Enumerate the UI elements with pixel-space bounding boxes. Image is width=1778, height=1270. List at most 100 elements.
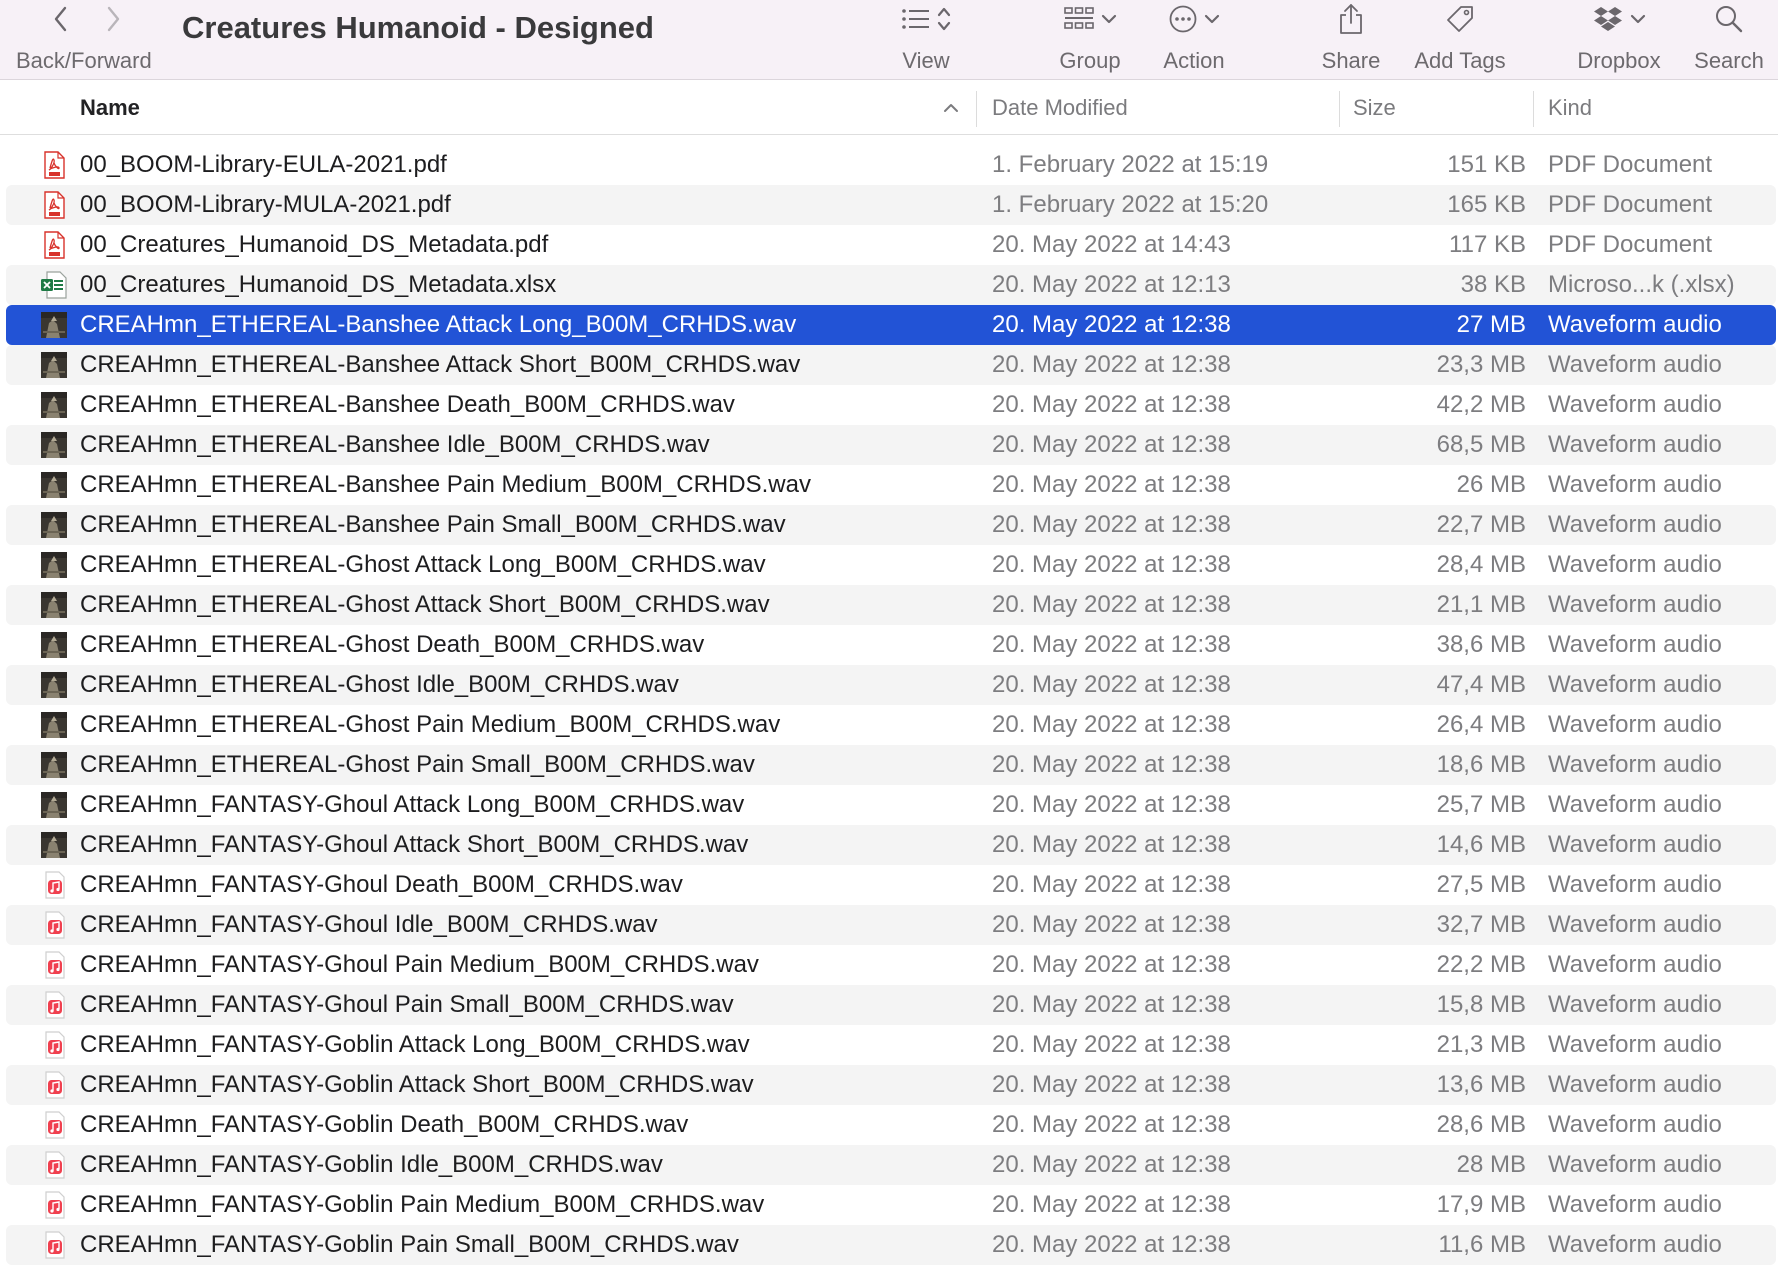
sort-ascending-icon: [944, 104, 958, 112]
file-row[interactable]: CREAHmn_FANTASY-Ghoul Attack Short_B00M_…: [6, 825, 1776, 865]
file-name: CREAHmn_ETHEREAL-Banshee Death_B00M_CRHD…: [80, 391, 735, 418]
file-kind: Waveform audio: [1548, 711, 1722, 738]
column-separator[interactable]: [1339, 91, 1340, 127]
file-row[interactable]: CREAHmn_ETHEREAL-Banshee Attack Long_B00…: [6, 305, 1776, 345]
back-forward-label: Back/Forward: [16, 48, 152, 73]
file-name: CREAHmn_FANTASY-Ghoul Pain Medium_B00M_C…: [80, 951, 759, 978]
file-size: 42,2 MB: [1436, 391, 1526, 418]
file-row[interactable]: CREAHmn_FANTASY-Goblin Death_B00M_CRHDS.…: [6, 1105, 1776, 1145]
file-kind: Waveform audio: [1548, 431, 1722, 458]
column-separator[interactable]: [976, 91, 977, 127]
wav-thumbnail-icon: [40, 751, 68, 779]
file-size: 68,5 MB: [1436, 431, 1526, 458]
file-name: CREAHmn_ETHEREAL-Ghost Idle_B00M_CRHDS.w…: [80, 671, 679, 698]
tag-icon: [1447, 6, 1473, 32]
file-date-modified: 20. May 2022 at 12:38: [992, 311, 1231, 338]
file-row[interactable]: CREAHmn_ETHEREAL-Banshee Attack Short_B0…: [6, 345, 1776, 385]
group-button[interactable]: Group: [1050, 0, 1130, 78]
file-kind: Waveform audio: [1548, 1111, 1722, 1138]
wav-thumbnail-icon: [40, 631, 68, 659]
file-kind: Waveform audio: [1548, 871, 1722, 898]
file-row[interactable]: CREAHmn_FANTASY-Ghoul Pain Medium_B00M_C…: [6, 945, 1776, 985]
wav-thumbnail-icon: [40, 591, 68, 619]
file-size: 15,8 MB: [1436, 991, 1526, 1018]
file-row[interactable]: CREAHmn_ETHEREAL-Banshee Idle_B00M_CRHDS…: [6, 425, 1776, 465]
file-row[interactable]: CREAHmn_ETHEREAL-Banshee Pain Medium_B00…: [6, 465, 1776, 505]
file-row[interactable]: CREAHmn_ETHEREAL-Ghost Death_B00M_CRHDS.…: [6, 625, 1776, 665]
file-size: 13,6 MB: [1436, 1071, 1526, 1098]
column-date-header[interactable]: Date Modified: [992, 81, 1128, 135]
file-kind: Waveform audio: [1548, 991, 1722, 1018]
file-row[interactable]: CREAHmn_FANTASY-Ghoul Death_B00M_CRHDS.w…: [6, 865, 1776, 905]
share-button[interactable]: Share: [1316, 0, 1386, 78]
file-size: 26 MB: [1456, 471, 1526, 498]
file-row[interactable]: CREAHmn_FANTASY-Goblin Idle_B00M_CRHDS.w…: [6, 1145, 1776, 1185]
file-date-modified: 20. May 2022 at 12:38: [992, 1151, 1231, 1178]
file-row[interactable]: CREAHmn_FANTASY-Goblin Attack Short_B00M…: [6, 1065, 1776, 1105]
file-name: CREAHmn_ETHEREAL-Ghost Pain Small_B00M_C…: [80, 751, 755, 778]
dropbox-button[interactable]: Dropbox: [1570, 0, 1668, 78]
file-size: 27,5 MB: [1436, 871, 1526, 898]
music-file-icon: [40, 1151, 68, 1179]
file-name: CREAHmn_ETHEREAL-Banshee Idle_B00M_CRHDS…: [80, 431, 710, 458]
file-kind: Waveform audio: [1548, 751, 1722, 778]
file-date-modified: 20. May 2022 at 12:38: [992, 551, 1231, 578]
file-kind: Waveform audio: [1548, 791, 1722, 818]
file-name: 00_BOOM-Library-MULA-2021.pdf: [80, 191, 451, 218]
file-row[interactable]: CREAHmn_FANTASY-Ghoul Attack Long_B00M_C…: [6, 785, 1776, 825]
file-name: CREAHmn_FANTASY-Goblin Idle_B00M_CRHDS.w…: [80, 1151, 663, 1178]
file-row[interactable]: CREAHmn_ETHEREAL-Ghost Attack Short_B00M…: [6, 585, 1776, 625]
file-kind: Waveform audio: [1548, 551, 1722, 578]
column-size-header[interactable]: Size: [1353, 81, 1396, 135]
file-name: CREAHmn_ETHEREAL-Banshee Pain Small_B00M…: [80, 511, 786, 538]
file-row[interactable]: 00_Creatures_Humanoid_DS_Metadata.xlsx 20…: [6, 265, 1776, 305]
file-row[interactable]: CREAHmn_ETHEREAL-Ghost Idle_B00M_CRHDS.w…: [6, 665, 1776, 705]
file-row[interactable]: CREAHmn_ETHEREAL-Ghost Pain Medium_B00M_…: [6, 705, 1776, 745]
file-size: 38 KB: [1460, 271, 1526, 298]
file-date-modified: 20. May 2022 at 12:38: [992, 751, 1231, 778]
file-kind: Waveform audio: [1548, 511, 1722, 538]
forward-button[interactable]: [96, 2, 130, 36]
music-file-icon: [40, 1031, 68, 1059]
file-date-modified: 20. May 2022 at 12:38: [992, 671, 1231, 698]
action-button[interactable]: Action: [1154, 0, 1234, 78]
file-name: CREAHmn_ETHEREAL-Ghost Attack Short_B00M…: [80, 591, 770, 618]
file-row[interactable]: CREAHmn_ETHEREAL-Banshee Death_B00M_CRHD…: [6, 385, 1776, 425]
file-size: 22,2 MB: [1436, 951, 1526, 978]
file-row[interactable]: CREAHmn_FANTASY-Goblin Pain Medium_B00M_…: [6, 1185, 1776, 1225]
file-row[interactable]: 00_Creatures_Humanoid_DS_Metadata.pdf 20.…: [6, 225, 1776, 265]
music-file-icon: [40, 1191, 68, 1219]
column-separator[interactable]: [1533, 91, 1534, 127]
file-name: CREAHmn_FANTASY-Ghoul Attack Short_B00M_…: [80, 831, 749, 858]
file-row[interactable]: CREAHmn_FANTASY-Goblin Attack Long_B00M_…: [6, 1025, 1776, 1065]
file-date-modified: 20. May 2022 at 12:38: [992, 831, 1231, 858]
file-row[interactable]: CREAHmn_FANTASY-Ghoul Pain Small_B00M_CR…: [6, 985, 1776, 1025]
wav-thumbnail-icon: [40, 471, 68, 499]
view-button[interactable]: View: [884, 0, 968, 78]
file-name: CREAHmn_FANTASY-Goblin Attack Short_B00M…: [80, 1071, 754, 1098]
column-name-header[interactable]: Name: [80, 81, 140, 135]
file-row[interactable]: CREAHmn_ETHEREAL-Banshee Pain Small_B00M…: [6, 505, 1776, 545]
file-name: 00_BOOM-Library-EULA-2021.pdf: [80, 151, 447, 178]
file-row[interactable]: CREAHmn_FANTASY-Goblin Pain Small_B00M_C…: [6, 1225, 1776, 1265]
file-row[interactable]: CREAHmn_ETHEREAL-Ghost Pain Small_B00M_C…: [6, 745, 1776, 785]
wav-thumbnail-icon: [40, 671, 68, 699]
search-button[interactable]: Search: [1690, 0, 1768, 78]
chevron-down-icon: [1101, 14, 1117, 24]
file-row[interactable]: CREAHmn_ETHEREAL-Ghost Attack Long_B00M_…: [6, 545, 1776, 585]
column-kind-header[interactable]: Kind: [1548, 81, 1592, 135]
file-size: 151 KB: [1447, 151, 1526, 178]
file-row[interactable]: 00_BOOM-Library-MULA-2021.pdf 1. February…: [6, 185, 1776, 225]
file-date-modified: 20. May 2022 at 12:38: [992, 431, 1231, 458]
chevron-down-icon: [1630, 14, 1646, 24]
file-name: CREAHmn_ETHEREAL-Banshee Pain Medium_B00…: [80, 471, 811, 498]
file-kind: Waveform audio: [1548, 671, 1722, 698]
add-tags-button[interactable]: Add Tags: [1406, 0, 1514, 78]
file-date-modified: 20. May 2022 at 12:38: [992, 791, 1231, 818]
file-size: 21,1 MB: [1436, 591, 1526, 618]
chevron-down-icon: [1204, 14, 1220, 24]
back-button[interactable]: [44, 2, 78, 36]
file-row[interactable]: CREAHmn_FANTASY-Ghoul Idle_B00M_CRHDS.wa…: [6, 905, 1776, 945]
file-date-modified: 20. May 2022 at 12:38: [992, 591, 1231, 618]
file-row[interactable]: 00_BOOM-Library-EULA-2021.pdf 1. February…: [6, 145, 1776, 185]
